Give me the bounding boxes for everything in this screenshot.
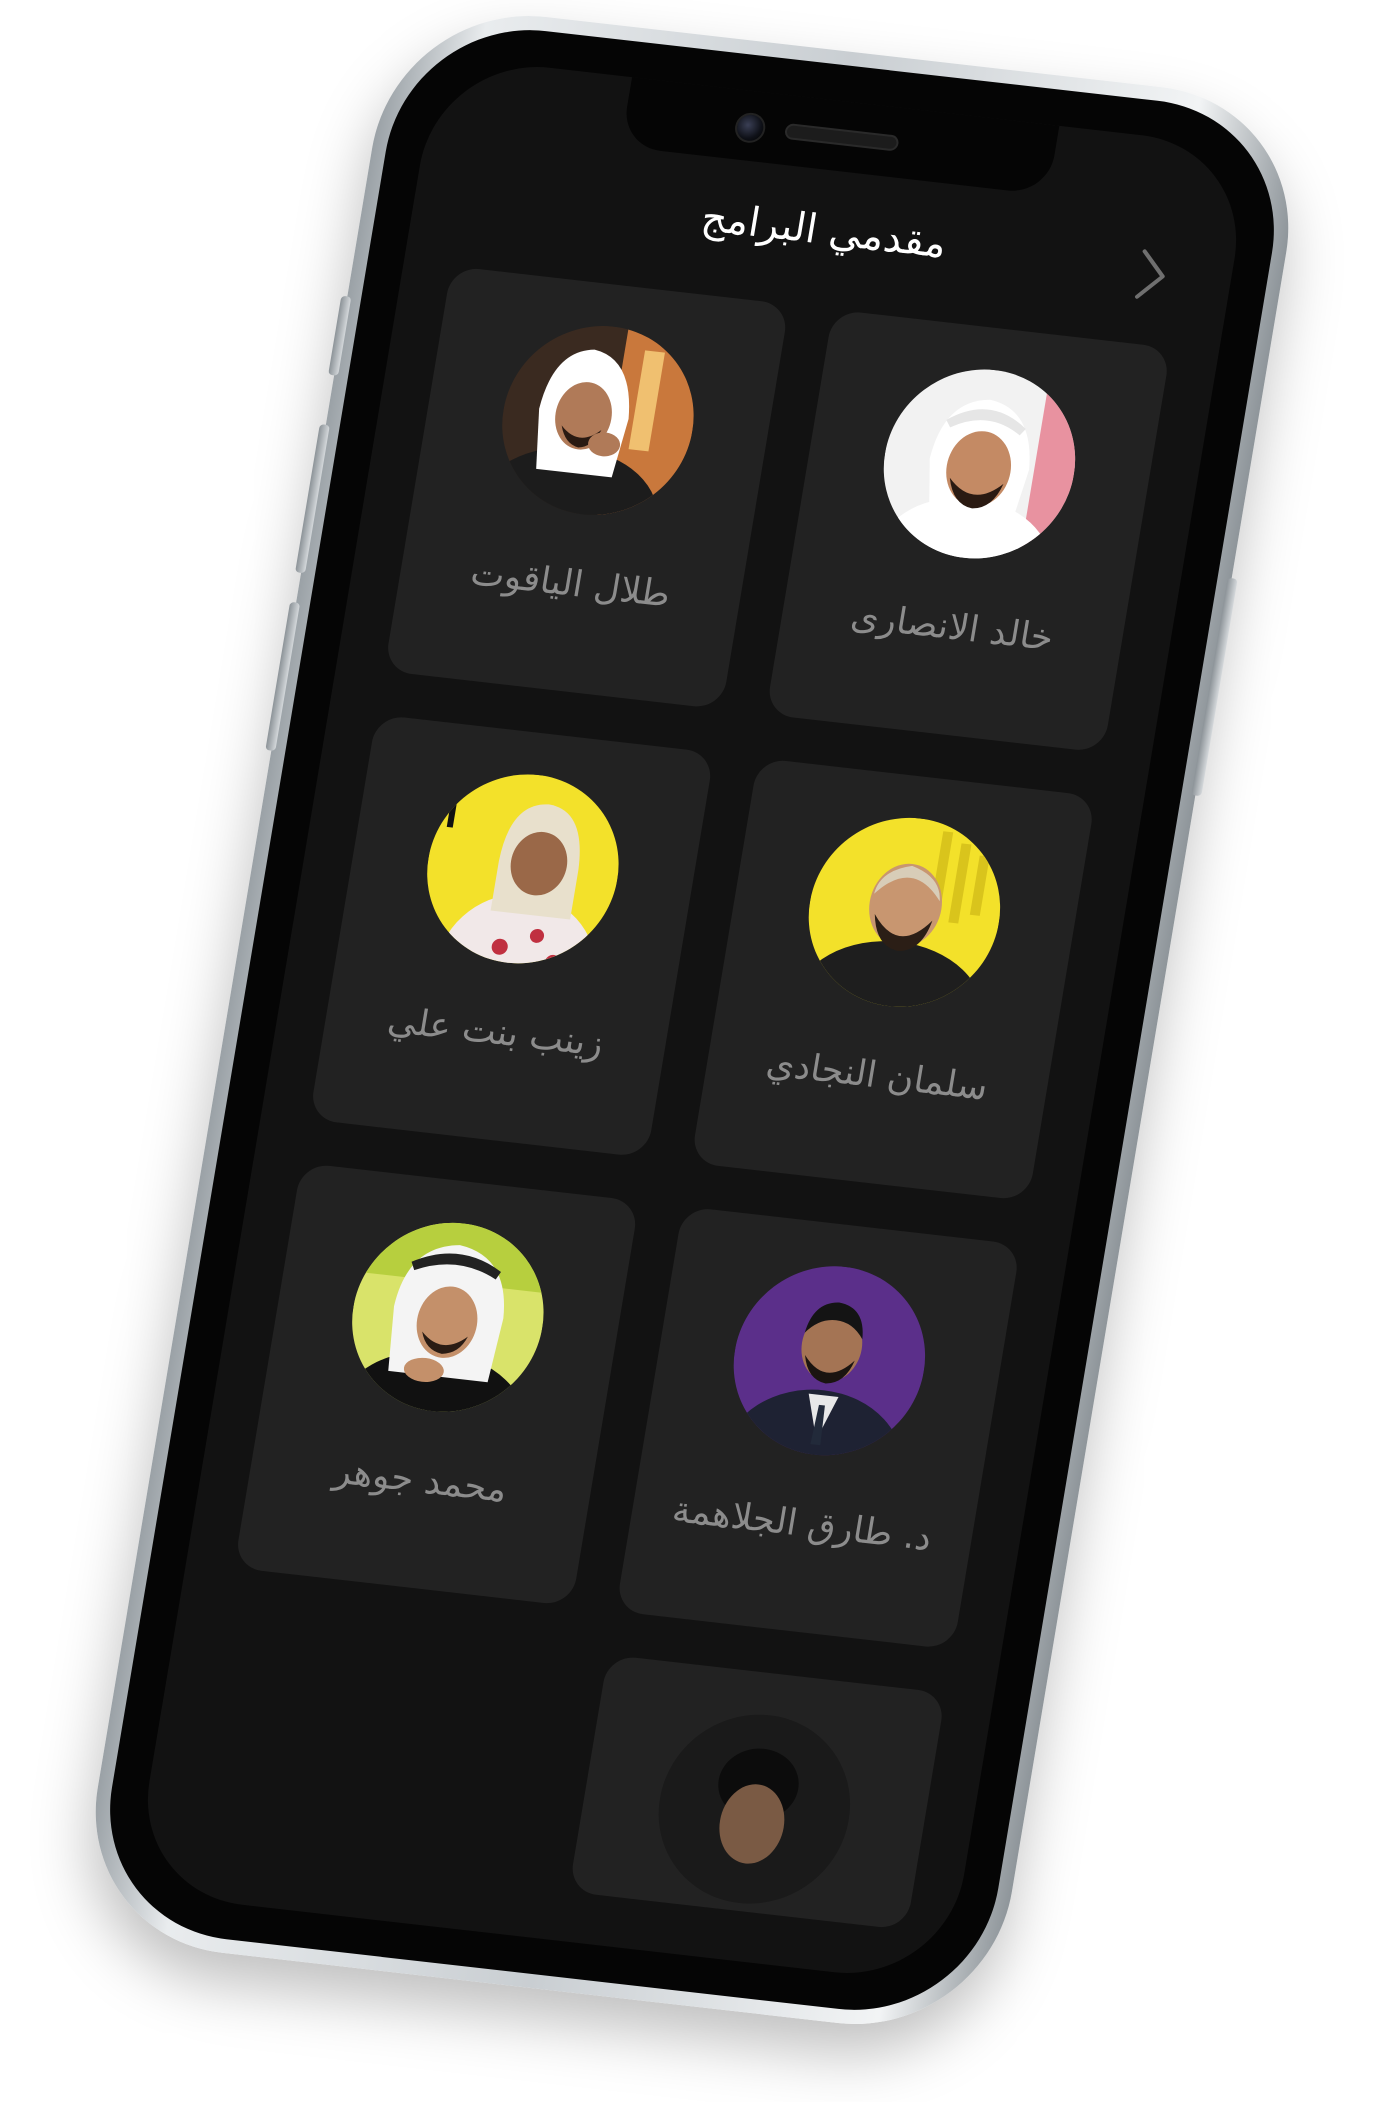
phone-bezel: مقدمي البرامج خالد الانصارى طلال الياقوت… (89, 15, 1295, 2025)
avatar: FM (413, 764, 633, 974)
mute-switch (328, 295, 352, 376)
presenter-card[interactable]: FM زينب بنت علي (308, 714, 715, 1158)
phone-frame: مقدمي البرامج خالد الانصارى طلال الياقوت… (72, 0, 1312, 2040)
presenter-card[interactable]: د. طارق الجلاهمة (615, 1206, 1021, 1650)
presenter-name: طلال الياقوت (467, 552, 674, 616)
presenters-grid: خالد الانصارى طلال الياقوت سلمان النجادي… (187, 265, 1172, 1931)
back-button[interactable] (1122, 243, 1182, 308)
app-screen: مقدمي البرامج خالد الانصارى طلال الياقوت… (130, 55, 1254, 1985)
front-camera-icon (732, 111, 768, 145)
avatar (644, 1704, 865, 1914)
avatar (869, 359, 1090, 569)
presenter-name: زينب بنت علي (384, 999, 607, 1065)
presenter-card[interactable]: خالد الانصارى (765, 309, 1172, 753)
presenter-name (561, 1933, 899, 1971)
avatar (794, 807, 1015, 1017)
avatar (337, 1212, 558, 1422)
presenter-card[interactable] (568, 1654, 946, 1931)
notch (620, 77, 1060, 195)
avatar (719, 1256, 940, 1466)
fm-logo-text: FM (413, 791, 461, 837)
stage: مقدمي البرامج خالد الانصارى طلال الياقوت… (0, 0, 1382, 2102)
earpiece-speaker (783, 122, 900, 152)
presenter-name: د. طارق الجلاهمة (669, 1489, 935, 1560)
avatar (487, 315, 709, 526)
presenter-name: سلمان النجادي (763, 1042, 991, 1109)
presenter-name: خالد الانصارى (847, 595, 1057, 660)
presenter-card[interactable]: طلال الياقوت (383, 265, 790, 710)
presenter-name: محمد جوهر (330, 1450, 511, 1511)
presenter-card[interactable]: محمد جوهر (233, 1162, 640, 1607)
presenter-card[interactable]: سلمان النجادي (690, 757, 1096, 1202)
chevron-right-icon (1135, 249, 1165, 299)
